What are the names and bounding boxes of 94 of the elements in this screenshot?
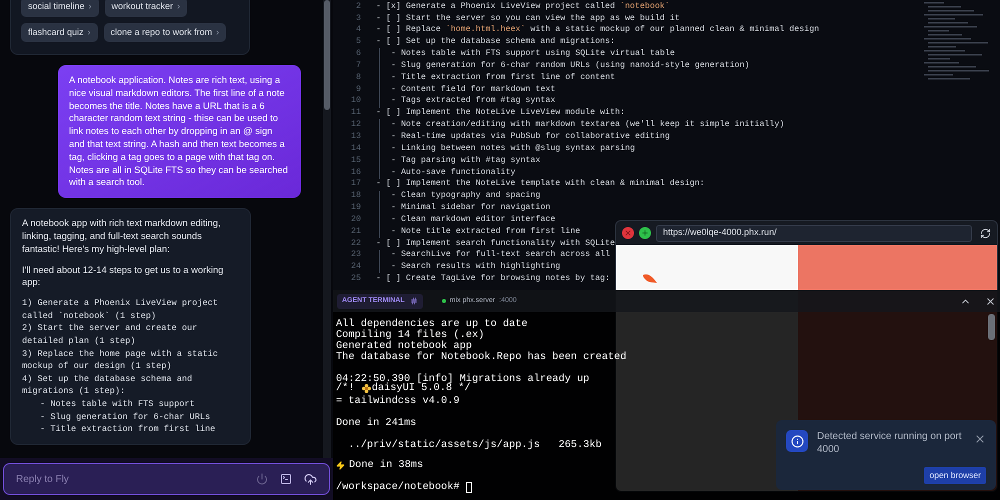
code-line: - [ ] Set up the database schema and migrations: — [376, 36, 615, 48]
code-line: - Real-time updates via PubSub for collaborative editing — [391, 130, 670, 143]
terminal-line: The database for Notebook.Repo has been created — [336, 350, 626, 361]
plan-step: 4) Set up the database schema and migrations (1 step): — [22, 372, 239, 398]
line-number: 3 — [355, 12, 361, 25]
code-line: - [ ] Implement search functionality with SQLite — [376, 238, 615, 250]
line-number: 14 — [350, 142, 361, 155]
line-number: 10 — [350, 95, 361, 108]
plan-substep: - Title extraction from first line — [40, 423, 216, 436]
terminal-line: ../priv/static/assets/js/app.js 265.3kb — [347, 438, 602, 449]
line-number: 9 — [355, 84, 361, 96]
code-line: - Slug generation for 6-char random URLs (using nanoid-style generation) — [391, 60, 750, 72]
line-number: 5 — [355, 36, 361, 48]
line-number: 4 — [355, 24, 361, 36]
terminal-line: Done in 38ms — [349, 458, 424, 473]
line-number: 20 — [350, 214, 361, 226]
terminal-icon[interactable] — [280, 473, 292, 485]
line-number: 25 — [350, 273, 361, 286]
code-line: - Clean markdown editor interface — [391, 214, 556, 226]
code-line: - Title extraction from first line of content — [391, 72, 616, 84]
flower-icon — [362, 384, 371, 393]
code-line: - Minimal sidebar for navigation — [391, 202, 550, 214]
code-line: - Clean typography and spacing — [391, 190, 540, 202]
upload-icon[interactable] — [304, 472, 317, 486]
url-field[interactable]: https://we0lqe-4000.phx.run/ — [656, 224, 972, 242]
code-line: - [ ] Replace `home.html.heex` with a static mockup of our planned clean & minimal design — [376, 24, 820, 36]
line-number: 6 — [355, 48, 361, 60]
line-number: 12 — [350, 119, 361, 132]
terminal-line: Done in 241ms — [336, 416, 416, 427]
code-line: - Note title extracted from first line — [391, 226, 580, 238]
line-number: 2 — [355, 0, 361, 13]
code-line: - Tags extracted from #tag syntax — [391, 95, 556, 108]
plus-icon — [641, 229, 649, 237]
code-line: - [ ] Create TagLive for browsing notes by tag: — [376, 273, 610, 286]
terminal-line: = tailwindcss v4.0.9 — [336, 394, 460, 405]
lightning-icon — [336, 461, 345, 470]
line-number: 18 — [350, 190, 361, 202]
line-number: 23 — [350, 249, 361, 262]
power-icon[interactable] — [256, 473, 268, 485]
assistant-paragraph: A notebook app with rich text markdown editing, linking, tagging, and full-text search sounds fantastic! Here's my high-level plan: — [22, 217, 222, 256]
suggestion-chip[interactable]: workout tracker › — [104, 0, 188, 16]
terminal-scrollbar[interactable] — [988, 314, 995, 340]
suggestion-chip[interactable]: clone a repo to work from › — [104, 22, 226, 42]
terminal-line: Generated notebook app — [336, 340, 472, 350]
line-number: 11 — [350, 107, 361, 120]
terminal-line: All dependencies are up to date — [336, 317, 528, 328]
plan-step: 1) Generate a Phoenix LiveView project called `notebook` (1 step) — [22, 297, 239, 322]
terminal-prompt: /workspace/notebook# — [336, 480, 460, 495]
code-line: - Content field for markdown text — [391, 84, 556, 96]
plan-substep: - Slug generation for 6-char URLs — [40, 410, 212, 424]
line-number: 17 — [350, 178, 361, 190]
terminal-line: Compiling 14 files (.ex) — [336, 328, 484, 339]
refresh-icon[interactable] — [980, 228, 991, 238]
assistant-paragraph: I'll need about 12-14 steps to get us to a working app: — [22, 264, 224, 290]
plan-substep: - Notes table with FTS support — [40, 398, 196, 410]
suggestion-chip[interactable]: social timeline › — [21, 0, 99, 16]
plan-step: 3) Replace the home page with a static mockup of our design (1 step) — [22, 348, 239, 373]
info-icon — [786, 430, 808, 452]
code-line: - Auto-save functionality — [391, 166, 516, 179]
scrollbar[interactable] — [323, 0, 331, 458]
close-icon — [624, 229, 632, 237]
terminal-cursor — [466, 482, 472, 493]
code-line: - [ ] Implement the NoteLive template with clean & minimal design: — [376, 178, 705, 190]
terminal-line: /*! — [336, 382, 356, 396]
add-button[interactable] — [639, 227, 651, 239]
plan-step: 2) Start the server and create our detailed plan (1 step) — [22, 322, 239, 348]
close-button[interactable] — [622, 227, 634, 239]
code-line: - Linking between notes with @slug syntax parsing — [391, 142, 635, 155]
line-number: 8 — [355, 72, 361, 84]
code-line: - [x] Generate a Phoenix LiveView project called `notebook` — [376, 0, 670, 13]
terminal-line: 04:22:50.390 [info] Migrations already up — [336, 372, 590, 383]
line-number: 19 — [350, 202, 361, 214]
close-icon[interactable] — [985, 296, 996, 306]
line-number: 16 — [350, 166, 361, 179]
line-number: 15 — [350, 154, 361, 167]
code-line: - Note creation/editing with markdown textarea (we'll keep it simple initially) — [391, 119, 784, 132]
code-line: - [ ] Implement the NoteLive LiveView module with: — [376, 107, 625, 120]
reply-box[interactable]: Reply to Fly — [3, 463, 330, 495]
line-number: 7 — [355, 60, 361, 72]
hash-icon — [410, 297, 418, 305]
code-line: - Notes table with FTS support using SQLite virtual table — [391, 48, 675, 60]
line-number: 22 — [350, 238, 361, 250]
line-number: 24 — [350, 261, 361, 274]
suggestion-chip[interactable]: flashcard quiz › — [21, 22, 98, 42]
code-line: - SearchLive for full-text search across all — [391, 249, 610, 262]
open-browser-button[interactable]: open browser — [924, 467, 986, 484]
code-line: - Tag parsing with #tag syntax — [391, 154, 540, 167]
line-number: 13 — [350, 130, 361, 143]
close-icon[interactable] — [974, 433, 986, 445]
code-line: - [ ] Start the server so you can view the app as we build it — [376, 12, 680, 25]
code-line: - Search results with highlighting — [391, 261, 560, 274]
line-number: 21 — [350, 226, 361, 238]
user-message: A notebook application. Notes are rich text, using a nice visual markdown editors. The first line of a note becomes the title. Notes have a URL that is a 6 character random text string - thise can be used to link notes to each other by dropping in an @ sign and that text string. A hash and then text becomes a tag, clicking a tag goes to a page with that tag on. Notes are all in SQLite FTS so they can be searched with a search tool. — [58, 65, 301, 198]
notification-message: Detected service running on port 4000 — [817, 430, 963, 456]
